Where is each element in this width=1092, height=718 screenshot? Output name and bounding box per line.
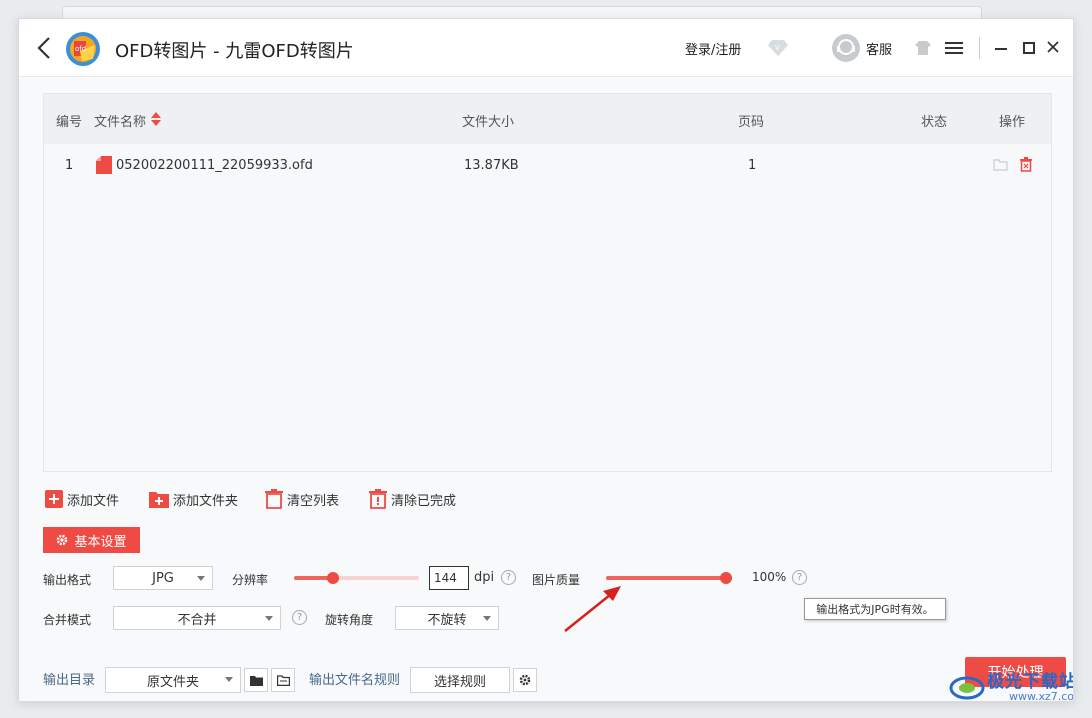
minimize-icon[interactable] (994, 41, 1008, 55)
add-file-label: 添加文件 (67, 493, 120, 509)
clear-done-button[interactable]: 清除已完成 (369, 487, 456, 511)
chevron-down-icon (483, 616, 491, 621)
resolution-slider[interactable] (294, 572, 419, 584)
add-file-icon (45, 490, 63, 508)
file-table: 编号 文件名称 文件大小 页码 状态 操作 1 052002200111_220… (43, 93, 1052, 472)
row-num: 1 (65, 158, 74, 173)
title-bar: ofd OFD转图片 - 九雷OFD转图片 登录/注册 V 客服 (19, 19, 1073, 77)
output-dir-label: 输出目录 (43, 673, 96, 688)
rule-settings-button[interactable] (513, 668, 537, 692)
annotation-arrow-icon (564, 586, 621, 632)
delete-icon[interactable] (1019, 157, 1033, 172)
open-folder-icon (276, 674, 290, 686)
header-num: 编号 (56, 115, 83, 130)
dpi-unit: dpi (474, 570, 495, 585)
resolution-label: 分辨率 (232, 573, 269, 587)
gear-icon (57, 534, 68, 546)
clear-done-icon (369, 489, 387, 509)
resolution-input[interactable]: 144 (429, 566, 469, 590)
svg-text:ofd: ofd (75, 45, 86, 53)
svg-text:V: V (775, 44, 780, 52)
select-rule-button[interactable]: 选择规则 (410, 667, 510, 693)
add-file-button[interactable]: 添加文件 (45, 487, 119, 511)
app-title: OFD转图片 - 九雷OFD转图片 (115, 41, 354, 62)
filename-rule-label: 输出文件名规则 (309, 673, 401, 688)
merge-value: 不合并 (177, 612, 217, 628)
site-watermark: 极光下载站 www.xz7.com (949, 667, 1074, 702)
trash-icon (265, 489, 283, 509)
clear-list-label: 清空列表 (287, 493, 340, 509)
skin-shirt-icon[interactable] (914, 40, 932, 56)
table-row[interactable]: 1 052002200111_22059933.ofd 13.87KB 1 (44, 144, 1051, 186)
rotate-select[interactable]: 不旋转 (395, 606, 499, 630)
open-folder-icon[interactable] (993, 158, 1008, 171)
chevron-down-icon (225, 677, 233, 682)
row-pages: 1 (748, 158, 757, 173)
gear-icon (519, 674, 531, 686)
header-status: 状态 (921, 115, 948, 130)
output-dir-select[interactable]: 原文件夹 (105, 667, 241, 693)
add-folder-icon (149, 492, 169, 508)
clear-done-label: 清除已完成 (391, 493, 457, 509)
watermark-url: www.xz7.com (1009, 690, 1074, 702)
basic-settings-button[interactable]: 基本设置 (43, 527, 140, 553)
maximize-icon[interactable] (1022, 41, 1036, 55)
app-window: ofd OFD转图片 - 九雷OFD转图片 登录/注册 V 客服 编号 文件名称… (18, 18, 1074, 702)
browse-folder-button[interactable] (244, 668, 268, 692)
watermark-brand: 极光下载站 (987, 672, 1074, 692)
rotate-value: 不旋转 (427, 612, 467, 628)
resolution-help-icon[interactable]: ? (501, 570, 516, 585)
quality-value: 100% (752, 570, 787, 584)
basic-settings-label: 基本设置 (74, 534, 127, 550)
merge-select[interactable]: 不合并 (113, 606, 281, 630)
row-filename: 052002200111_22059933.ofd (116, 158, 313, 173)
open-output-folder-button[interactable] (271, 668, 295, 692)
customer-service-label[interactable]: 客服 (866, 39, 892, 58)
watermark-logo-icon (949, 676, 985, 700)
customer-service-avatar-icon[interactable] (831, 33, 861, 63)
titlebar-divider (979, 37, 980, 59)
resolution-slider-thumb[interactable] (327, 572, 339, 584)
format-value: JPG (152, 570, 174, 586)
app-logo-icon: ofd (66, 32, 100, 66)
vip-diamond-icon[interactable]: V (767, 39, 789, 57)
format-label: 输出格式 (43, 573, 92, 587)
chevron-down-icon (197, 576, 205, 581)
back-arrow-icon[interactable] (33, 33, 57, 63)
add-folder-label: 添加文件夹 (173, 493, 239, 509)
quality-slider-thumb[interactable] (720, 572, 732, 584)
rotate-label: 旋转角度 (325, 613, 374, 627)
clear-list-button[interactable]: 清空列表 (265, 487, 339, 511)
ofd-file-icon (96, 156, 112, 174)
quality-help-icon[interactable]: ? (792, 570, 807, 585)
format-select[interactable]: JPG (113, 566, 213, 590)
table-header: 编号 文件名称 文件大小 页码 状态 操作 (44, 94, 1051, 144)
folder-icon (249, 675, 263, 686)
row-size: 13.87KB (464, 158, 519, 173)
quality-tooltip: 输出格式为JPG时有效。 (804, 598, 946, 620)
sort-icon[interactable] (150, 111, 162, 127)
header-actions: 操作 (999, 115, 1026, 130)
header-name[interactable]: 文件名称 (94, 111, 146, 130)
add-folder-button[interactable]: 添加文件夹 (149, 487, 238, 511)
close-icon[interactable] (1046, 40, 1060, 54)
menu-icon[interactable] (945, 40, 963, 56)
header-pages: 页码 (738, 115, 765, 130)
login-register-link[interactable]: 登录/注册 (685, 39, 741, 58)
output-dir-value: 原文件夹 (146, 674, 199, 690)
header-size: 文件大小 (462, 115, 515, 130)
merge-label: 合并模式 (43, 613, 92, 627)
merge-help-icon[interactable]: ? (292, 610, 307, 625)
chevron-down-icon (265, 616, 273, 621)
